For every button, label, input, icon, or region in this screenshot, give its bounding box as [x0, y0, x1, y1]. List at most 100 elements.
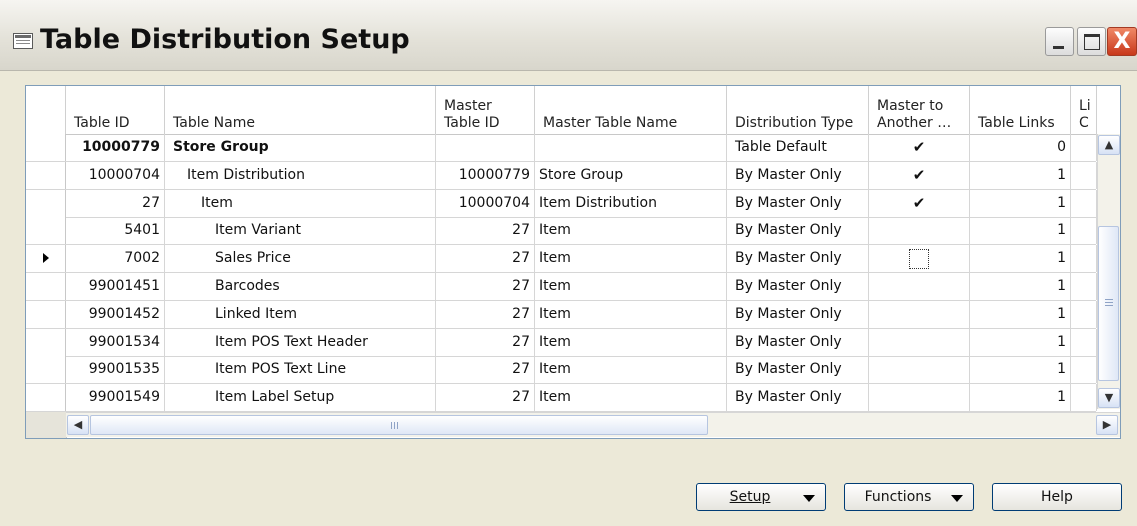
table-name-cell[interactable]: Item POS Text Header	[165, 328, 436, 356]
master-table-id-cell[interactable]: 27	[436, 245, 535, 273]
table-links-cell[interactable]: 1	[970, 300, 1071, 328]
master-to-another-checkbox[interactable]	[869, 273, 970, 300]
row-selector[interactable]	[26, 245, 66, 273]
table-id-cell[interactable]: 10000704	[66, 161, 165, 189]
close-button[interactable]: X	[1107, 27, 1137, 56]
extra-column-cell[interactable]	[1071, 189, 1097, 217]
column-header-extra[interactable]: Li C	[1071, 86, 1097, 134]
master-to-another-checkbox[interactable]	[869, 384, 970, 412]
master-table-id-cell[interactable]: 10000779	[436, 161, 535, 189]
master-table-name-cell[interactable]: Item	[535, 217, 727, 245]
table-id-cell[interactable]: 99001534	[66, 328, 165, 356]
master-table-name-cell[interactable]: Item	[535, 273, 727, 300]
table-id-cell[interactable]: 7002	[66, 245, 165, 273]
horizontal-scroll-thumb[interactable]	[90, 415, 708, 435]
master-to-another-checkbox[interactable]: ✔	[869, 134, 970, 161]
column-header-table-links[interactable]: Table Links	[970, 86, 1071, 134]
table-id-cell[interactable]: 99001535	[66, 356, 165, 384]
extra-column-cell[interactable]	[1071, 300, 1097, 328]
table-row[interactable]: 10000704 Item Distribution 10000779 Store G…	[26, 161, 1097, 190]
table-name-cell[interactable]: Item POS Text Line	[165, 356, 436, 384]
distribution-type-cell[interactable]: By Master Only	[727, 161, 869, 189]
distribution-type-cell[interactable]: By Master Only	[727, 189, 869, 217]
setup-button[interactable]: Setup	[696, 483, 826, 511]
master-table-id-cell[interactable]: 27	[436, 300, 535, 328]
vertical-scrollbar[interactable]: ▲ ▼	[1097, 134, 1120, 409]
distribution-type-cell[interactable]: By Master Only	[727, 300, 869, 328]
table-row[interactable]: 7002 Sales Price 27 Item By Master Only 1	[26, 245, 1097, 274]
table-name-cell[interactable]: Sales Price	[165, 245, 436, 273]
master-table-name-cell[interactable]: Store Group	[535, 161, 727, 189]
table-id-cell[interactable]: 99001451	[66, 273, 165, 300]
minimize-button[interactable]	[1045, 27, 1074, 56]
table-row[interactable]: 5401 Item Variant 27 Item By Master Only 1	[26, 217, 1097, 246]
distribution-type-cell[interactable]: By Master Only	[727, 245, 869, 273]
master-to-another-checkbox[interactable]	[869, 300, 970, 328]
table-links-cell[interactable]: 1	[970, 356, 1071, 384]
table-name-cell[interactable]: Item Label Setup	[165, 384, 436, 412]
table-links-cell[interactable]: 0	[970, 134, 1071, 161]
master-to-another-checkbox[interactable]	[869, 356, 970, 384]
table-links-cell[interactable]: 1	[970, 328, 1071, 356]
column-header-table-name[interactable]: Table Name	[165, 86, 436, 134]
table-name-cell[interactable]: Barcodes	[165, 273, 436, 300]
column-header-table-id[interactable]: Table ID	[66, 86, 165, 134]
extra-column-cell[interactable]	[1071, 356, 1097, 384]
table-name-cell[interactable]: Item Distribution	[165, 161, 436, 189]
table-row[interactable]: 27 Item 10000704 Item Distribution By Master…	[26, 189, 1097, 218]
table-row[interactable]: 99001452 Linked Item 27 Item By Master Only 1	[26, 300, 1097, 329]
extra-column-cell[interactable]	[1071, 161, 1097, 189]
scroll-up-button[interactable]: ▲	[1098, 135, 1120, 155]
table-row[interactable]: 99001534 Item POS Text Header 27 Item By Mas…	[26, 328, 1097, 357]
master-table-name-cell[interactable]	[535, 134, 727, 161]
extra-column-cell[interactable]	[1071, 217, 1097, 245]
maximize-button[interactable]	[1077, 27, 1106, 56]
functions-button[interactable]: Functions	[844, 483, 974, 511]
row-selector[interactable]	[26, 328, 66, 356]
column-header-distribution-type[interactable]: Distribution Type	[727, 86, 869, 134]
scroll-right-button[interactable]: ▶	[1096, 415, 1118, 435]
table-links-cell[interactable]: 1	[970, 217, 1071, 245]
distribution-type-cell[interactable]: By Master Only	[727, 384, 869, 412]
focus-checkbox[interactable]	[909, 248, 929, 269]
extra-column-cell[interactable]	[1071, 245, 1097, 273]
title-bar[interactable]: Table Distribution Setup X	[0, 0, 1137, 71]
distribution-type-cell[interactable]: By Master Only	[727, 217, 869, 245]
master-table-name-cell[interactable]: Item	[535, 300, 727, 328]
master-to-another-checkbox[interactable]	[869, 328, 970, 356]
distribution-type-cell[interactable]: By Master Only	[727, 273, 869, 300]
row-selector[interactable]	[26, 356, 66, 384]
table-id-cell[interactable]: 99001452	[66, 300, 165, 328]
table-links-cell[interactable]: 1	[970, 273, 1071, 300]
table-links-cell[interactable]: 1	[970, 384, 1071, 412]
table-id-cell[interactable]: 5401	[66, 217, 165, 245]
table-name-cell[interactable]: Store Group	[165, 134, 436, 161]
row-selector[interactable]	[26, 217, 66, 245]
column-header-master-table-name[interactable]: Master Table Name	[535, 86, 727, 134]
master-table-name-cell[interactable]: Item	[535, 328, 727, 356]
table-row[interactable]: 99001451 Barcodes 27 Item By Master Only 1	[26, 273, 1097, 301]
master-table-id-cell[interactable]: 27	[436, 273, 535, 300]
master-to-another-checkbox[interactable]	[869, 245, 970, 273]
master-table-id-cell[interactable]: 27	[436, 384, 535, 412]
extra-column-cell[interactable]	[1071, 328, 1097, 356]
row-selector[interactable]	[26, 273, 66, 300]
extra-column-cell[interactable]	[1071, 134, 1097, 161]
table-window-icon[interactable]	[13, 33, 33, 49]
table-name-cell[interactable]: Linked Item	[165, 300, 436, 328]
table-id-cell[interactable]: 10000779	[66, 134, 165, 161]
horizontal-scrollbar[interactable]: ◀ ▶	[66, 412, 1120, 437]
master-table-name-cell[interactable]: Item	[535, 356, 727, 384]
master-table-name-cell[interactable]: Item	[535, 384, 727, 412]
table-id-cell[interactable]: 27	[66, 189, 165, 217]
row-selector[interactable]	[26, 384, 66, 412]
column-header-master-to-another[interactable]: Master to Another …	[869, 86, 970, 134]
table-links-cell[interactable]: 1	[970, 189, 1071, 217]
distribution-type-cell[interactable]: By Master Only	[727, 356, 869, 384]
distribution-table[interactable]: Table ID Table Name Master Table ID Master T…	[25, 85, 1121, 439]
master-to-another-checkbox[interactable]	[869, 217, 970, 245]
row-selector[interactable]	[26, 161, 66, 189]
master-to-another-checkbox[interactable]: ✔	[869, 161, 970, 189]
table-links-cell[interactable]: 1	[970, 245, 1071, 273]
row-selector[interactable]	[26, 300, 66, 328]
